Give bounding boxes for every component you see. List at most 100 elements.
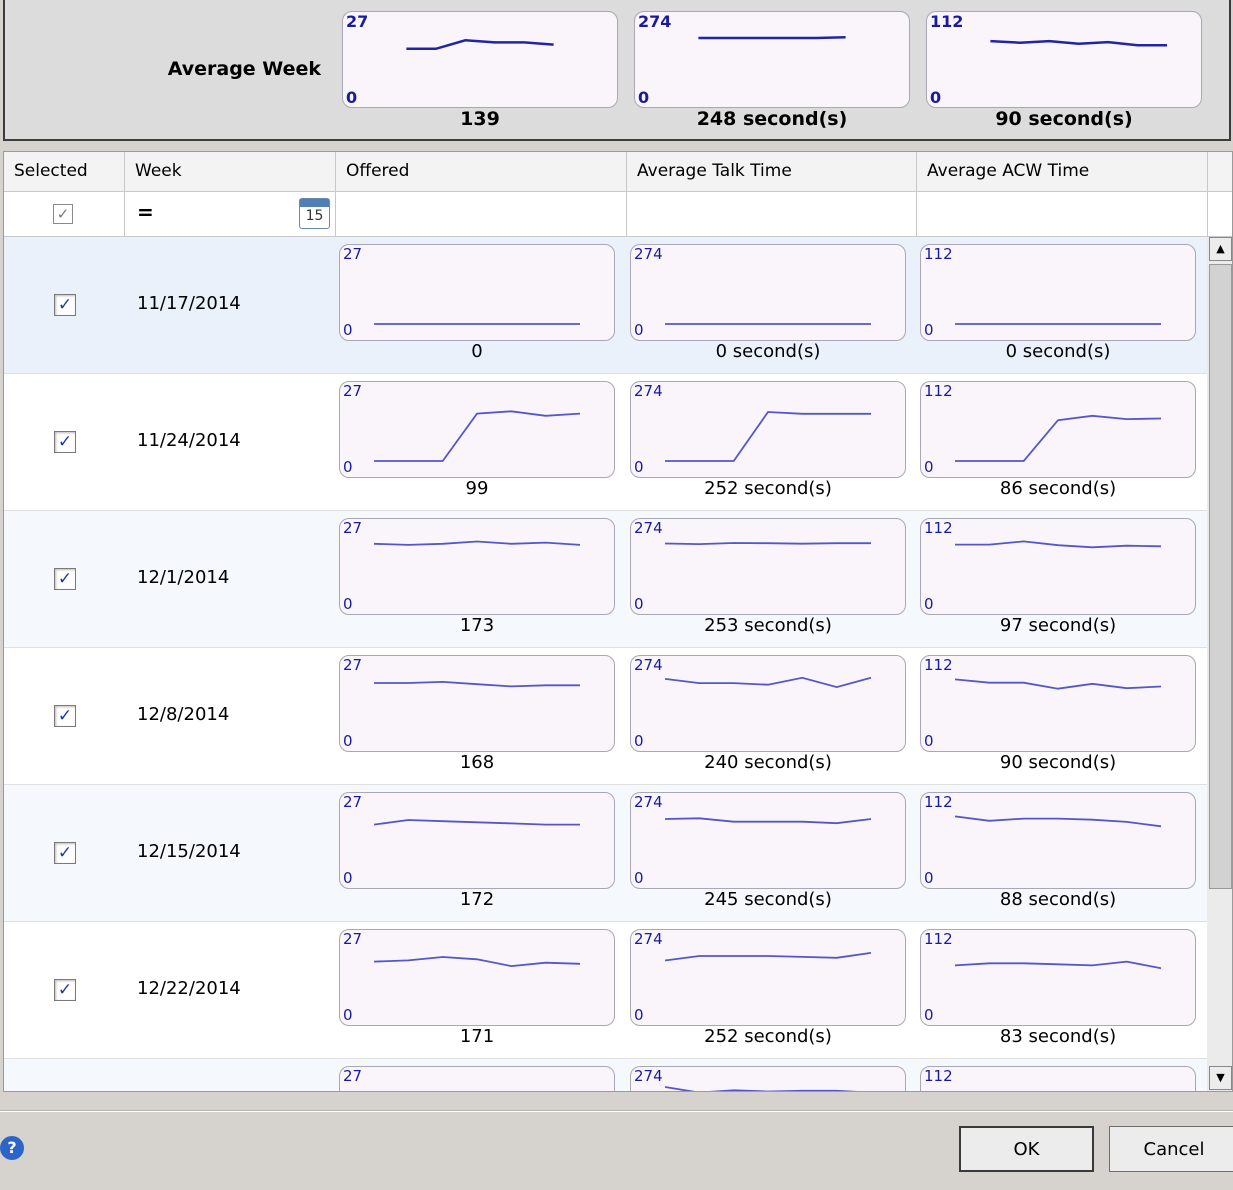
column-header-offered[interactable]: Offered [336, 152, 627, 192]
sparkline-max-label: 27 [343, 382, 363, 400]
row-select-checkbox[interactable]: ✓ [54, 294, 76, 316]
row-select-checkbox[interactable]: ✓ [54, 568, 76, 590]
calendar-icon-day: 15 [305, 208, 324, 224]
row-acw-time-sparkline: 112 0 [920, 929, 1196, 1026]
sparkline-max-label: 27 [343, 1067, 363, 1085]
sparkline-min-label: 0 [343, 321, 353, 339]
average-week-label: Average Week [167, 58, 321, 80]
scroll-down-arrow-icon[interactable]: ▼ [1209, 1066, 1232, 1090]
row-talk-time-sparkline: 274 0 [630, 929, 906, 1026]
scroll-thumb[interactable] [1209, 264, 1232, 889]
ok-button[interactable]: OK [959, 1126, 1094, 1172]
sparkline-max-label: 274 [634, 382, 663, 400]
table-row[interactable]: 27 0 274 0 112 0 [4, 1059, 1207, 1092]
sparkline-max-label: 112 [924, 382, 953, 400]
scroll-up-arrow-icon[interactable]: ▲ [1209, 237, 1232, 261]
sparkline-max-label: 27 [346, 12, 369, 31]
sparkline-max-label: 27 [343, 245, 363, 263]
row-offered-value: 173 [459, 615, 495, 636]
row-offered-sparkline: 27 0 [339, 381, 615, 478]
sparkline-min-label: 0 [638, 88, 650, 107]
sparkline-svg [664, 542, 871, 546]
row-talk-time-sparkline: 274 0 [630, 655, 906, 752]
row-week-label: 12/1/2014 [137, 567, 230, 588]
sparkline-series [406, 39, 554, 51]
row-select-checkbox[interactable]: ✓ [54, 431, 76, 453]
sparkline-max-label: 27 [343, 656, 363, 674]
row-offered-sparkline: 27 0 [339, 518, 615, 615]
row-acw-time-value: 86 second(s) [999, 478, 1117, 499]
row-week-label: 11/24/2014 [137, 430, 241, 451]
row-select-checkbox[interactable]: ✓ [54, 705, 76, 727]
help-icon[interactable]: ? [0, 1136, 24, 1160]
sparkline-series [665, 411, 871, 462]
calendar-icon-header [300, 199, 329, 207]
row-offered-value: 99 [465, 478, 489, 499]
sparkline-svg [665, 323, 871, 325]
table-row[interactable]: ✓ 11/24/2014 27 0 99 274 0 252 second(s) … [4, 374, 1207, 511]
row-talk-time-sparkline: 274 0 [630, 792, 906, 889]
cancel-button[interactable]: Cancel [1109, 1126, 1233, 1172]
sparkline-svg [373, 956, 581, 968]
sparkline-min-label: 0 [924, 595, 934, 613]
row-talk-time-value: 240 second(s) [704, 752, 832, 773]
table-row[interactable]: ✓ 11/17/2014 27 0 0 274 0 0 second(s) 112… [4, 237, 1207, 374]
filter-cell-selected: ✓ [4, 192, 125, 237]
row-acw-time-value: 90 second(s) [999, 752, 1117, 773]
sparkline-max-label: 274 [634, 245, 663, 263]
weeks-grid: Selected Week Offered Average Talk Time … [3, 151, 1233, 1092]
row-select-checkbox[interactable]: ✓ [54, 979, 76, 1001]
row-offered-sparkline: 27 0 [339, 1066, 615, 1091]
sparkline-series [373, 956, 581, 968]
sparkline-svg [921, 1067, 1197, 1092]
sparkline-series [990, 39, 1167, 47]
sparkline-svg [954, 678, 1162, 690]
sparkline-svg [664, 817, 872, 825]
column-header-week[interactable]: Week [125, 152, 336, 192]
sparkline-max-label: 112 [924, 1067, 953, 1085]
column-header-selected[interactable]: Selected [4, 152, 125, 192]
sparkline-svg [990, 39, 1167, 47]
sparkline-min-label: 0 [343, 732, 353, 750]
sparkline-svg [955, 414, 1162, 462]
sparkline-svg [665, 411, 871, 462]
filter-operator[interactable]: = [137, 200, 154, 224]
sparkline-svg [373, 540, 581, 546]
sparkline-series [374, 680, 580, 688]
row-acw-time-value: 88 second(s) [999, 889, 1117, 910]
row-talk-time-sparkline: 274 0 [630, 518, 906, 615]
filter-cell-acw-time[interactable] [917, 192, 1208, 237]
column-header-average-acw-time[interactable]: Average ACW Time [917, 152, 1208, 192]
row-acw-time-sparkline: 112 0 [920, 381, 1196, 478]
column-header-average-talk-time[interactable]: Average Talk Time [627, 152, 917, 192]
sparkline-min-label: 0 [924, 1006, 934, 1024]
table-row[interactable]: ✓ 12/22/2014 27 0 171 274 0 252 second(s)… [4, 922, 1207, 1059]
calendar-icon[interactable]: 15 [299, 198, 330, 229]
sparkline-min-label: 0 [343, 869, 353, 887]
row-offered-value: 172 [459, 889, 495, 910]
row-acw-time-value: 97 second(s) [999, 615, 1117, 636]
sparkline-min-label: 0 [930, 88, 942, 107]
sparkline-svg [374, 680, 580, 688]
row-week-label: 12/15/2014 [137, 841, 241, 862]
table-row[interactable]: ✓ 12/15/2014 27 0 172 274 0 245 second(s)… [4, 785, 1207, 922]
filter-checkbox[interactable]: ✓ [53, 204, 73, 224]
sparkline-svg [664, 1086, 858, 1091]
sparkline-series [374, 410, 581, 462]
sparkline-svg [374, 410, 581, 462]
sparkline-max-label: 27 [343, 793, 363, 811]
grid-rows: ✓ 11/17/2014 27 0 0 274 0 0 second(s) 112… [4, 237, 1207, 1092]
table-row[interactable]: ✓ 12/8/2014 27 0 168 274 0 240 second(s) … [4, 648, 1207, 785]
row-select-checkbox[interactable]: ✓ [54, 842, 76, 864]
vertical-scrollbar[interactable]: ▲ ▼ [1207, 237, 1232, 1091]
filter-cell-offered[interactable] [336, 192, 627, 237]
summary-acw-time-value: 90 second(s) [995, 108, 1133, 130]
table-row[interactable]: ✓ 12/1/2014 27 0 173 274 0 253 second(s) … [4, 511, 1207, 648]
sparkline-svg [664, 676, 872, 689]
row-offered-value: 168 [459, 752, 495, 773]
sparkline-min-label: 0 [346, 88, 358, 107]
filter-cell-talk-time[interactable] [627, 192, 917, 237]
row-offered-value: 0 [471, 341, 483, 362]
row-acw-time-sparkline: 112 0 [920, 518, 1196, 615]
sparkline-min-label: 0 [924, 321, 934, 339]
